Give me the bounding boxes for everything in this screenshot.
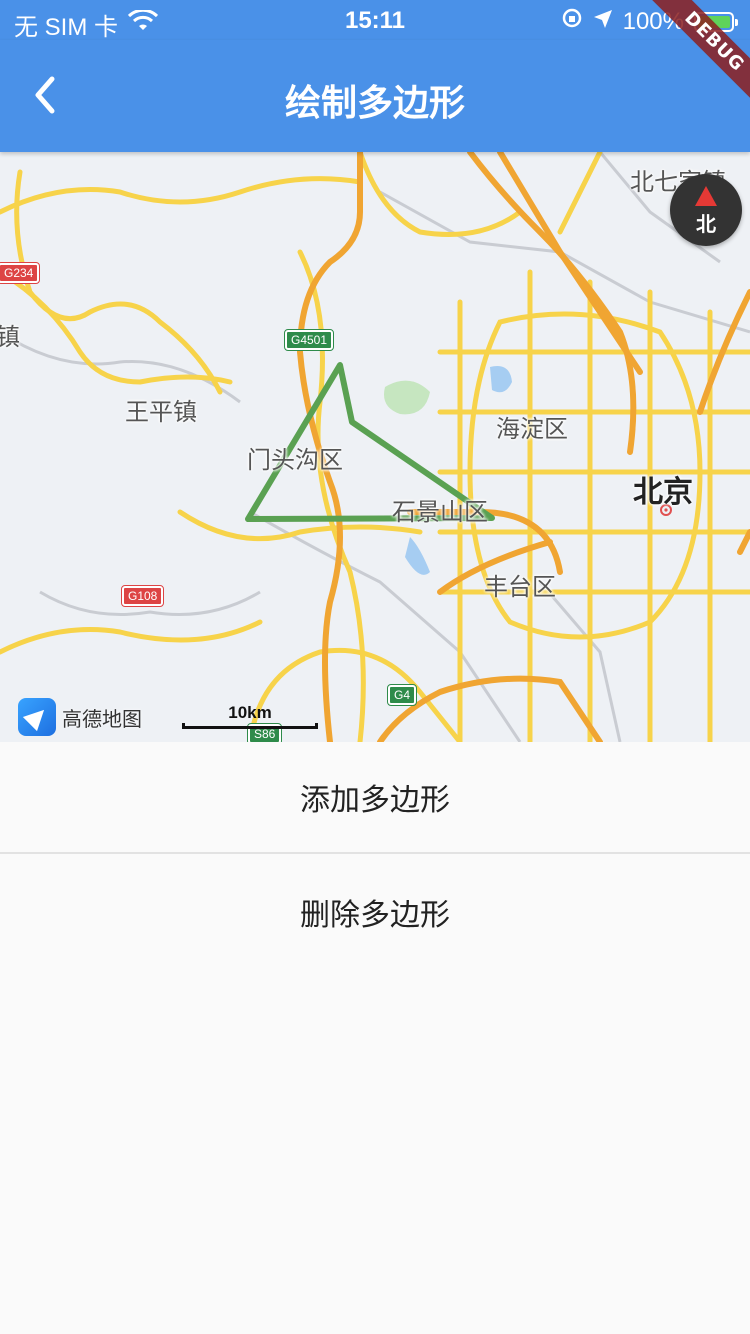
map-label-shijingshan: 石景山区 bbox=[392, 498, 488, 526]
compass-needle-icon bbox=[695, 186, 717, 206]
road-shield-g4501: G4501 bbox=[283, 329, 335, 351]
compass-label: 北 bbox=[696, 212, 716, 236]
map-label-mentougou: 门头沟区 bbox=[247, 446, 343, 474]
road-shield-g108: G108 bbox=[120, 585, 165, 607]
map-label-zhen: 镇 bbox=[0, 323, 20, 351]
page-title: 绘制多边形 bbox=[284, 83, 465, 124]
map-label-wangping: 王平镇 bbox=[125, 398, 197, 426]
map-scale: 10km bbox=[182, 703, 318, 729]
rotation-lock-icon bbox=[561, 7, 583, 36]
add-polygon-button[interactable]: 添加多边形 bbox=[0, 742, 750, 854]
compass-button[interactable]: 北 bbox=[670, 174, 742, 246]
map-provider-name: 高德地图 bbox=[62, 706, 142, 731]
map-label-fengtai: 丰台区 bbox=[484, 573, 556, 601]
add-polygon-label: 添加多边形 bbox=[300, 783, 450, 818]
map-provider-logo: 高德地图 bbox=[18, 698, 142, 736]
map-roads bbox=[0, 152, 750, 742]
map-view[interactable]: 北七家镇 镇 王平镇 门头沟区 海淀区 石景山区 北京 丰台区 G234 G45… bbox=[0, 152, 750, 742]
delete-polygon-label: 删除多边形 bbox=[300, 898, 450, 933]
app-bar: 绘制多边形 bbox=[0, 40, 750, 152]
status-bar: 无 SIM 卡 15:11 100% bbox=[0, 0, 750, 41]
amap-logo-icon bbox=[18, 698, 56, 736]
scale-label: 10km bbox=[228, 703, 272, 722]
scale-bar bbox=[182, 723, 318, 729]
road-shield-g4: G4 bbox=[386, 684, 418, 706]
map-label-haidian: 海淀区 bbox=[496, 415, 568, 443]
app-root: 无 SIM 卡 15:11 100% 绘制多边形 DEBUG 北七家镇 镇 王平… bbox=[0, 0, 750, 1334]
road-shield-g234: G234 bbox=[0, 262, 41, 284]
delete-polygon-button[interactable]: 删除多边形 bbox=[0, 856, 750, 968]
location-arrow-icon bbox=[593, 8, 613, 36]
map-label-beijing: 北京 bbox=[633, 475, 693, 510]
